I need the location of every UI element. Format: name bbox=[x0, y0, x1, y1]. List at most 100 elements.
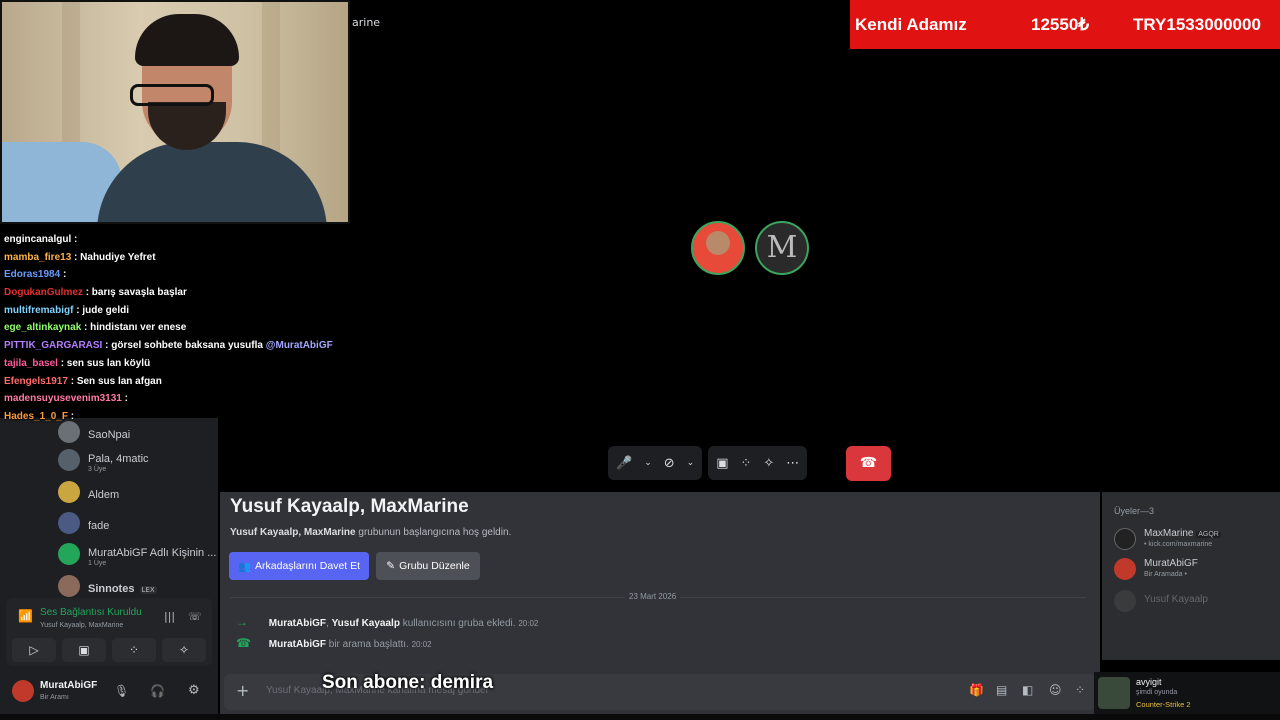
gift-icon[interactable]: 🎁 bbox=[969, 683, 984, 697]
screen-share-icon[interactable]: ▣ bbox=[716, 456, 728, 471]
camera-toggle-button[interactable]: ▷ bbox=[12, 638, 56, 662]
avatar bbox=[58, 543, 80, 565]
member-item[interactable]: MuratAbiGF Adlı Kişinin ... 1 Üye bbox=[58, 540, 218, 568]
system-user[interactable]: Yusuf Kayaalp bbox=[332, 618, 400, 629]
member-name: Yusuf Kayaalp bbox=[1144, 594, 1208, 605]
voice-connection-panel: 📶 Ses Bağlantısı Kuruldu Yusuf Kayaalp, … bbox=[6, 598, 212, 666]
member-sub: 3 Üye bbox=[88, 466, 107, 473]
emoji-icon[interactable]: ☺ bbox=[1049, 683, 1062, 697]
system-message: → MuratAbiGF, Yusuf Kayaalp kullanıcısın… bbox=[236, 615, 538, 629]
avatar bbox=[58, 575, 80, 597]
member-name: MuratAbiGF bbox=[1144, 558, 1198, 569]
soundboard-button[interactable]: ✧ bbox=[162, 638, 206, 662]
member-item[interactable]: MuratAbiGF Bir Aramada • bbox=[1114, 556, 1274, 582]
chat-line: Edoras1984 : bbox=[4, 269, 66, 280]
headphones-icon[interactable]: 🎧 bbox=[150, 684, 165, 698]
chat-message: : Sen sus lan afgan bbox=[70, 376, 162, 387]
disconnect-icon[interactable]: ☏ bbox=[188, 610, 202, 623]
activities-button[interactable]: ⁘ bbox=[112, 638, 156, 662]
microphone-icon[interactable]: 🎙 bbox=[114, 684, 129, 698]
voice-status[interactable]: Ses Bağlantısı Kuruldu bbox=[40, 607, 142, 618]
chat-line: DogukanGulmez : barış savaşla başlar bbox=[4, 287, 187, 298]
banner-value-1: 12550₺ bbox=[1031, 15, 1090, 34]
voice-channel-names: Yusuf Kayaalp, MaxMarine bbox=[40, 622, 124, 629]
pencil-icon: ✎ bbox=[386, 560, 396, 572]
chat-message: : barış savaşla başlar bbox=[85, 287, 187, 298]
member-item[interactable]: Sinnotes LEX bbox=[58, 572, 218, 600]
add-attachment-icon[interactable]: + bbox=[236, 681, 249, 700]
system-message: ☎ MuratAbiGF bir arama başlattı. 20:02 bbox=[236, 636, 432, 650]
user-name[interactable]: MuratAbiGF bbox=[40, 680, 97, 691]
welcome-text: Yusuf Kayaalp, MaxMarine grubunun başlan… bbox=[230, 527, 511, 538]
member-name: Sinnotes bbox=[88, 582, 135, 595]
timestamp: 20:02 bbox=[411, 640, 432, 649]
member-name: SaoNpai bbox=[88, 428, 131, 441]
member-item[interactable]: fade bbox=[58, 509, 218, 537]
chat-line: tajila_basel : sen sus lan köylü bbox=[4, 358, 150, 369]
chat-mention: @MuratAbiGF bbox=[265, 340, 333, 351]
sticker-icon[interactable]: ◧ bbox=[1022, 683, 1033, 697]
avatar bbox=[1098, 677, 1130, 709]
share-group: ▣ ⁘ ✧ ⋯ bbox=[708, 446, 808, 480]
banner-value-2: TRY1533000000 bbox=[1133, 15, 1261, 34]
stream-chat-overlay: engincanalgul : mamba_fire13 : Nahudiye Y… bbox=[0, 228, 333, 428]
chat-username: ege_altinkaynak bbox=[4, 322, 82, 333]
timestamp: 20:02 bbox=[518, 619, 539, 628]
avatar bbox=[58, 481, 80, 503]
chat-username: Hades_1_0_F bbox=[4, 411, 68, 422]
screen-share-button[interactable]: ▣ bbox=[62, 638, 106, 662]
avatar bbox=[58, 512, 80, 534]
chat-message: : jude geldi bbox=[76, 305, 130, 316]
chat-message: : bbox=[62, 269, 67, 280]
noise-suppression-icon[interactable]: ||| bbox=[164, 610, 175, 623]
avatar bbox=[1114, 590, 1136, 612]
chat-username: tajila_basel bbox=[4, 358, 58, 369]
chat-line: madensuyusevenim3131 : bbox=[4, 393, 128, 404]
member-name: MuratAbiGF Adlı Kişinin ... bbox=[88, 547, 217, 559]
chevron-down-icon[interactable]: ⌄ bbox=[687, 458, 695, 468]
camera-off-icon[interactable]: ⊘ bbox=[664, 456, 675, 471]
chat-message: : hindistanı ver enese bbox=[84, 322, 187, 333]
chat-line: ege_altinkaynak : hindistanı ver enese bbox=[4, 322, 186, 333]
edit-group-button[interactable]: ✎ Grubu Düzenle bbox=[376, 552, 480, 580]
member-item[interactable]: Pala, 4matic 3 Üye bbox=[58, 446, 218, 474]
chat-line: multifremabigf : jude geldi bbox=[4, 305, 129, 316]
chat-username: multifremabigf bbox=[4, 305, 74, 316]
call-controls: 🎤 ⌄ ⊘ ⌄ ▣ ⁘ ✧ ⋯ bbox=[608, 446, 808, 480]
last-subscriber-overlay: Son abone: demira bbox=[322, 672, 494, 693]
welcome-group-names: Yusuf Kayaalp, MaxMarine bbox=[230, 527, 356, 538]
member-name: MaxMarine AGQR bbox=[1144, 528, 1221, 539]
member-item[interactable]: Yusuf Kayaalp bbox=[1114, 588, 1274, 614]
system-user[interactable]: MuratAbiGF bbox=[269, 639, 326, 650]
avatar bbox=[1114, 528, 1136, 550]
hang-up-button[interactable]: ☎ bbox=[846, 446, 891, 481]
add-user-icon: 👥 bbox=[237, 560, 252, 573]
chat-username: Edoras1984 bbox=[4, 269, 61, 280]
settings-gear-icon[interactable]: ⚙ bbox=[188, 683, 200, 698]
chat-message: : bbox=[74, 234, 78, 245]
system-user[interactable]: MuratAbiGF bbox=[269, 618, 326, 629]
chat-message: : sen sus lan köylü bbox=[60, 358, 151, 369]
chat-line: Efengels1917 : Sen sus lan afgan bbox=[4, 376, 162, 387]
participant-avatar-yusuf[interactable] bbox=[691, 221, 745, 275]
invite-friends-button[interactable]: 👥 Arkadaşlarını Davet Et bbox=[229, 552, 369, 580]
soundboard-icon[interactable]: ✧ bbox=[763, 456, 774, 471]
edit-label: Grubu Düzenle bbox=[399, 560, 470, 572]
gif-icon[interactable]: ▤ bbox=[996, 683, 1007, 697]
member-item[interactable]: MaxMarine AGQR • kick.com/maxmarine bbox=[1114, 526, 1274, 552]
more-options-icon[interactable]: ⋯ bbox=[786, 456, 799, 471]
activities-icon[interactable]: ⁘ bbox=[740, 456, 751, 471]
chat-line: engincanalgul : bbox=[4, 234, 77, 245]
member-name: fade bbox=[88, 519, 110, 532]
microphone-icon[interactable]: 🎤 bbox=[616, 456, 632, 471]
bottom-bar bbox=[0, 714, 1280, 720]
game-activity-card[interactable]: avyigit şimdi oyunda Counter-Strike 2 bbox=[1094, 672, 1280, 718]
member-item[interactable]: Aldem bbox=[58, 478, 218, 506]
member-tag: LEX bbox=[139, 585, 157, 594]
activity-user: avyigit bbox=[1136, 677, 1162, 687]
apps-icon[interactable]: ⁘ bbox=[1075, 683, 1085, 697]
participant-avatar-maxmarine[interactable]: M bbox=[755, 221, 809, 275]
chat-username: madensuyusevenim3131 bbox=[4, 393, 122, 404]
chevron-down-icon[interactable]: ⌄ bbox=[644, 458, 652, 468]
avatar[interactable] bbox=[12, 680, 34, 702]
